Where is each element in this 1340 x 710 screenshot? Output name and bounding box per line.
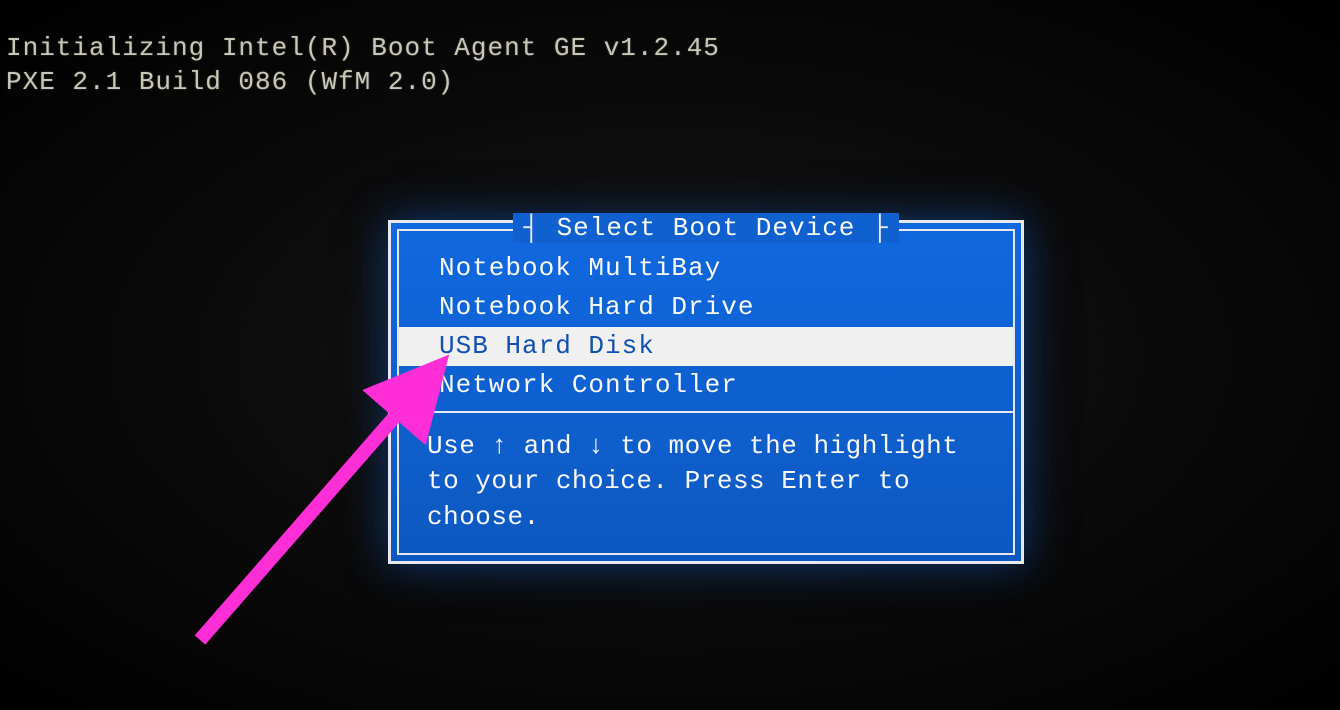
bios-line-2: PXE 2.1 Build 086 (WfM 2.0) xyxy=(6,66,720,100)
dialog-title-text: Select Boot Device xyxy=(557,213,856,243)
boot-option-label: Notebook Hard Drive xyxy=(439,292,754,322)
boot-option-hard-drive[interactable]: Notebook Hard Drive xyxy=(399,288,1013,327)
title-bracket-left: ┤ xyxy=(523,213,540,243)
dialog-help-text: Use ↑ and ↓ to move the highlight to you… xyxy=(399,411,1013,552)
boot-option-label: USB Hard Disk xyxy=(439,331,655,361)
title-bracket-right: ├ xyxy=(872,213,889,243)
dialog-title: ┤ Select Boot Device ├ xyxy=(513,213,898,243)
bios-line-1: Initializing Intel(R) Boot Agent GE v1.2… xyxy=(6,32,720,66)
boot-option-usb-hard-disk[interactable]: USB Hard Disk xyxy=(399,327,1013,366)
boot-option-label: Notebook MultiBay xyxy=(439,253,721,283)
boot-option-multibay[interactable]: Notebook MultiBay xyxy=(399,249,1013,288)
boot-device-list[interactable]: Notebook MultiBay Notebook Hard Drive US… xyxy=(399,231,1013,411)
boot-device-dialog: ┤ Select Boot Device ├ Notebook MultiBay… xyxy=(388,220,1024,564)
dialog-inner-frame: ┤ Select Boot Device ├ Notebook MultiBay… xyxy=(397,229,1015,555)
bios-init-text: Initializing Intel(R) Boot Agent GE v1.2… xyxy=(6,32,720,100)
boot-option-label: Network Controller xyxy=(439,370,738,400)
boot-option-network-controller[interactable]: Network Controller xyxy=(399,366,1013,405)
